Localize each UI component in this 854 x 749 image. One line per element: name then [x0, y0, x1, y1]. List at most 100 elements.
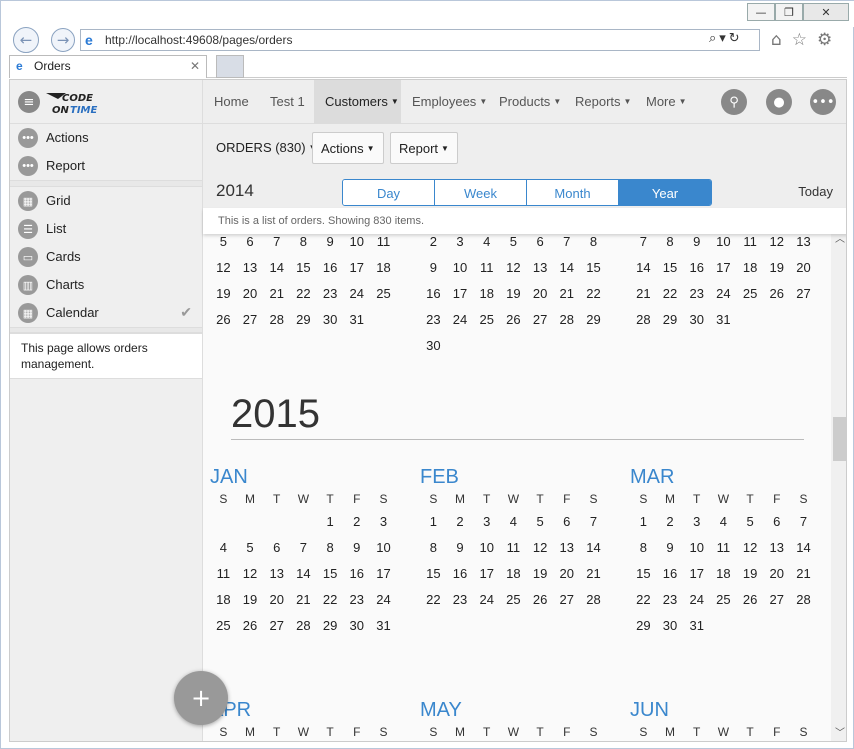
user-icon[interactable]: ●: [766, 89, 792, 115]
scroll-down-icon[interactable]: ﹀: [835, 724, 845, 739]
nav-products[interactable]: Products ▼: [489, 80, 561, 124]
day-cell[interactable]: 29: [317, 618, 344, 644]
day-cell[interactable]: 21: [790, 566, 817, 592]
sidebar-item-charts[interactable]: ▥ Charts: [10, 271, 202, 299]
mode-day-button[interactable]: Day: [343, 180, 435, 205]
sidebar-item-list[interactable]: ☰ List: [10, 215, 202, 243]
day-cell[interactable]: 30: [420, 338, 447, 364]
day-cell[interactable]: 26: [210, 312, 237, 338]
day-cell[interactable]: 1: [630, 514, 657, 540]
day-cell[interactable]: 14: [630, 260, 657, 286]
day-cell[interactable]: 23: [317, 286, 344, 312]
day-cell[interactable]: 28: [790, 592, 817, 618]
day-cell[interactable]: 19: [527, 566, 554, 592]
day-cell[interactable]: 13: [763, 540, 790, 566]
close-tab-icon[interactable]: ✕: [190, 59, 200, 73]
day-cell[interactable]: 10: [710, 234, 737, 260]
day-cell[interactable]: 5: [527, 514, 554, 540]
day-cell[interactable]: 22: [630, 592, 657, 618]
settings-gear-icon[interactable]: ⚙: [817, 30, 832, 50]
day-cell[interactable]: 29: [290, 312, 317, 338]
mode-month-button[interactable]: Month: [527, 180, 619, 205]
today-button[interactable]: Today: [798, 184, 833, 199]
day-cell[interactable]: 23: [657, 592, 684, 618]
day-cell[interactable]: 26: [527, 592, 554, 618]
day-cell[interactable]: 25: [500, 592, 527, 618]
day-cell[interactable]: 26: [237, 618, 264, 644]
day-cell[interactable]: 21: [263, 286, 290, 312]
day-cell[interactable]: 30: [343, 618, 370, 644]
day-cell[interactable]: 28: [580, 592, 607, 618]
address-tools[interactable]: ⌕▾↻: [709, 31, 743, 46]
close-icon[interactable]: ✕: [803, 3, 849, 21]
nav-more[interactable]: More ▼: [636, 80, 687, 124]
day-cell[interactable]: 20: [527, 286, 554, 312]
day-cell[interactable]: 14: [790, 540, 817, 566]
day-cell[interactable]: 17: [473, 566, 500, 592]
day-cell[interactable]: 11: [737, 234, 764, 260]
day-cell[interactable]: 24: [473, 592, 500, 618]
day-cell[interactable]: 6: [263, 540, 290, 566]
mode-week-button[interactable]: Week: [435, 180, 527, 205]
day-cell[interactable]: 27: [553, 592, 580, 618]
day-cell[interactable]: 31: [683, 618, 710, 644]
report-button[interactable]: Report ▼: [390, 132, 458, 164]
day-cell[interactable]: 1: [420, 514, 447, 540]
day-cell[interactable]: 2: [657, 514, 684, 540]
day-cell[interactable]: 31: [710, 312, 737, 338]
day-cell[interactable]: 14: [290, 566, 317, 592]
day-cell[interactable]: 8: [420, 540, 447, 566]
day-cell[interactable]: 4: [210, 540, 237, 566]
month-name[interactable]: JUN: [630, 699, 820, 723]
day-cell[interactable]: 19: [763, 260, 790, 286]
day-cell[interactable]: 3: [370, 514, 397, 540]
day-cell[interactable]: 27: [763, 592, 790, 618]
month-name[interactable]: MAR: [630, 466, 820, 490]
day-cell[interactable]: 16: [420, 286, 447, 312]
day-cell[interactable]: 23: [343, 592, 370, 618]
sidebar-item-calendar[interactable]: ▦ Calendar ✔: [10, 299, 202, 327]
day-cell[interactable]: 19: [500, 286, 527, 312]
day-cell[interactable]: 21: [553, 286, 580, 312]
day-cell[interactable]: 27: [263, 618, 290, 644]
day-cell[interactable]: 27: [527, 312, 554, 338]
vertical-scrollbar[interactable]: ︿ ﹀: [831, 232, 846, 741]
day-cell[interactable]: 17: [447, 286, 474, 312]
actions-button[interactable]: Actions ▼: [312, 132, 384, 164]
day-cell[interactable]: 26: [763, 286, 790, 312]
day-cell[interactable]: 18: [737, 260, 764, 286]
day-cell[interactable]: 8: [317, 540, 344, 566]
day-cell[interactable]: 28: [630, 312, 657, 338]
favorites-star-icon[interactable]: ☆: [792, 30, 807, 50]
day-cell[interactable]: 15: [420, 566, 447, 592]
day-cell[interactable]: 15: [317, 566, 344, 592]
day-cell[interactable]: 7: [580, 514, 607, 540]
day-cell[interactable]: 8: [580, 234, 607, 260]
day-cell[interactable]: 14: [263, 260, 290, 286]
day-cell[interactable]: 30: [317, 312, 344, 338]
menu-icon[interactable]: ≡: [18, 91, 40, 113]
day-cell[interactable]: 10: [447, 260, 474, 286]
day-cell[interactable]: 9: [343, 540, 370, 566]
day-cell[interactable]: 11: [500, 540, 527, 566]
day-cell[interactable]: 8: [657, 234, 684, 260]
forward-arrow-icon[interactable]: →: [51, 28, 75, 52]
day-cell[interactable]: 5: [737, 514, 764, 540]
day-cell[interactable]: 7: [630, 234, 657, 260]
day-cell[interactable]: 13: [553, 540, 580, 566]
day-cell[interactable]: 2: [420, 234, 447, 260]
day-cell[interactable]: 17: [370, 566, 397, 592]
day-cell[interactable]: 23: [683, 286, 710, 312]
day-cell[interactable]: 2: [447, 514, 474, 540]
day-cell[interactable]: 11: [473, 260, 500, 286]
day-cell[interactable]: 18: [370, 260, 397, 286]
day-cell[interactable]: 8: [630, 540, 657, 566]
day-cell[interactable]: 13: [237, 260, 264, 286]
day-cell[interactable]: 13: [790, 234, 817, 260]
day-cell[interactable]: 17: [683, 566, 710, 592]
month-name[interactable]: APR: [210, 699, 400, 723]
day-cell[interactable]: 26: [737, 592, 764, 618]
day-cell[interactable]: 26: [500, 312, 527, 338]
day-cell[interactable]: 22: [580, 286, 607, 312]
orders-view-selector[interactable]: ORDERS (830)▼: [208, 132, 325, 164]
